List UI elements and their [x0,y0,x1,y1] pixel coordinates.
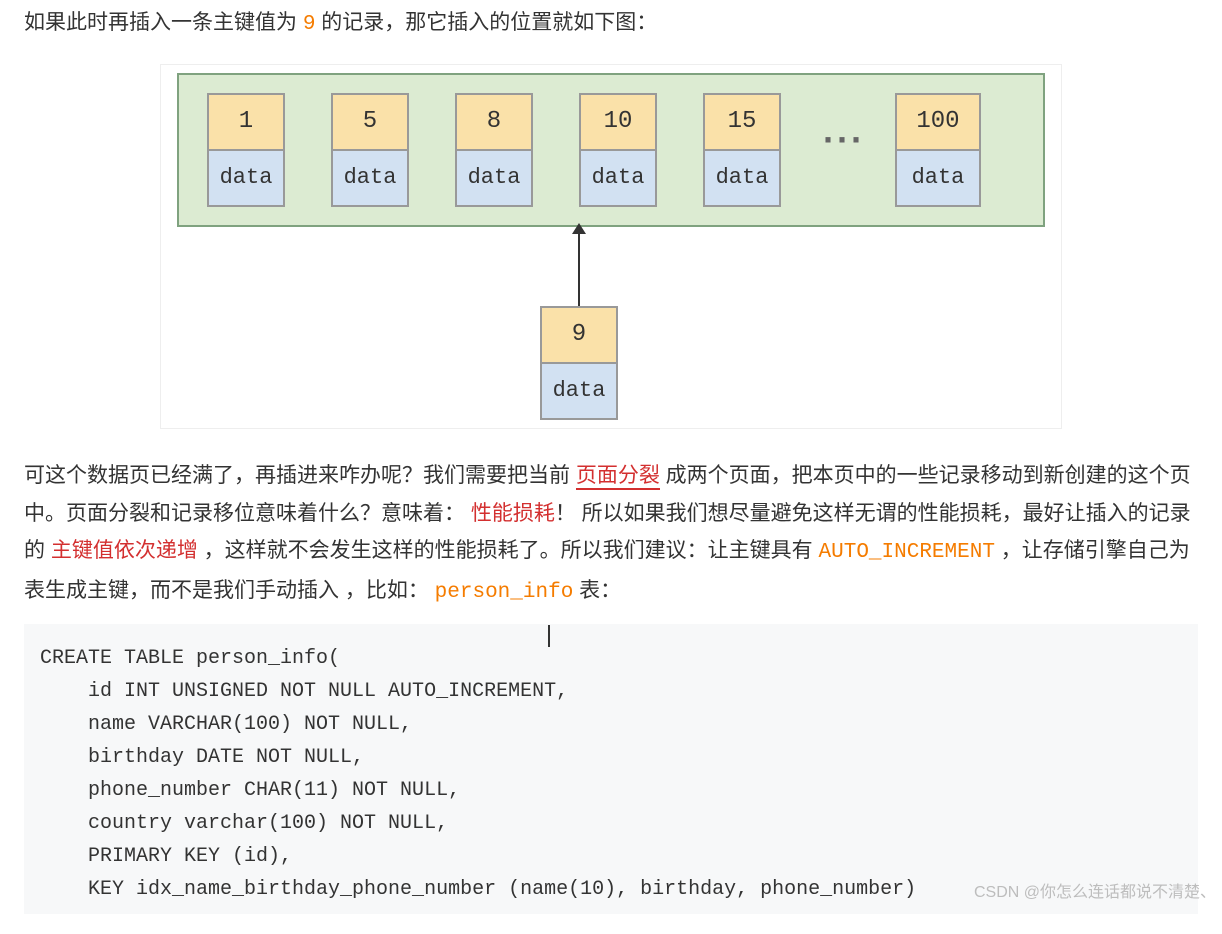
arrow-stem [578,232,580,306]
record-data: data [457,151,531,205]
text-segment: 如果此时再插入一条主键值为 [24,11,303,34]
record-data: data [581,151,655,205]
record-data: data [897,151,979,205]
insert-arrow-column: 9 data [539,223,619,420]
record-data: data [705,151,779,205]
insert-record-node: 9 data [540,306,618,420]
record-key: 15 [705,95,779,151]
paragraph-explain: 可这个数据页已经满了，再插进来咋办呢？我们需要把当前 页面分裂 成两个页面，把本… [24,457,1198,612]
record-node: 5 data [331,93,409,207]
record-key: 8 [457,95,531,151]
text-segment: 表： [573,579,621,602]
record-data: data [333,151,407,205]
record-node: 100 data [895,93,981,207]
ellipsis: ··· [823,122,865,178]
paragraph-intro: 如果此时再插入一条主键值为 9 的记录，那它插入的位置就如下图： [24,4,1198,44]
text-segment: ，这样就不会发生这样的性能损耗了。所以我们建议：让主键具有 [198,539,819,562]
record-data: data [209,151,283,205]
text-segment: 可这个数据页已经满了，再插进来咋办呢？我们需要把当前 [24,464,576,487]
highlight-performance: 性能损耗 [471,502,555,525]
inline-code-table-name: person_info [435,581,574,604]
record-node: 8 data [455,93,533,207]
record-key: 1 [209,95,283,151]
record-key: 100 [897,95,979,151]
inline-code-auto-increment: AUTO_INCREMENT [819,541,995,564]
record-key: 9 [542,308,616,364]
record-key: 10 [581,95,655,151]
inline-code-key: 9 [303,13,316,36]
document-page: 如果此时再插入一条主键值为 9 的记录，那它插入的位置就如下图： 1 data … [0,0,1222,914]
sql-code-block: CREATE TABLE person_info( id INT UNSIGNE… [24,624,1198,914]
data-page-row: 1 data 5 data 8 data 10 data 15 data ···… [177,73,1045,227]
text-segment: 的记录，那它插入的位置就如下图： [315,11,657,34]
record-node: 10 data [579,93,657,207]
highlight-page-split: 页面分裂 [576,464,660,490]
highlight-pk-increment: 主键值依次递增 [51,539,198,562]
record-data: data [542,364,616,418]
diagram-container: 1 data 5 data 8 data 10 data 15 data ···… [160,64,1062,429]
watermark: CSDN @你怎么连话都说不清楚、 [974,879,1216,908]
record-node: 15 data [703,93,781,207]
record-node: 1 data [207,93,285,207]
text-cursor-icon [548,625,550,647]
record-key: 5 [333,95,407,151]
